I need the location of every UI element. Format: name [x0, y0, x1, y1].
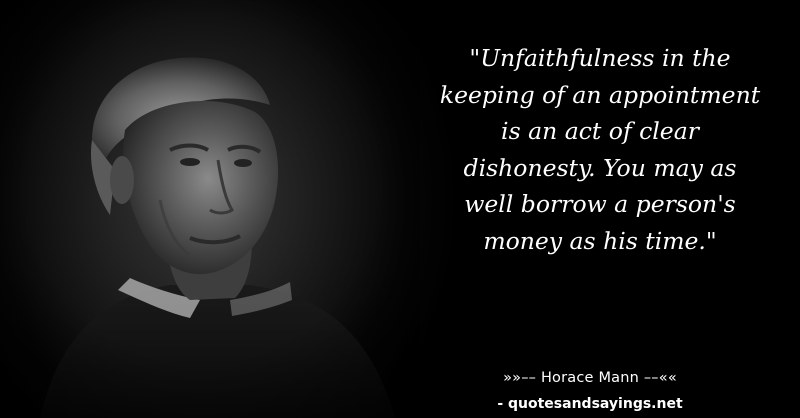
quote-line-5: well borrow a person's: [464, 190, 736, 218]
author-attribution: »»–– Horace Mann ––««: [503, 370, 677, 386]
quote-line-4: dishonesty. You may as: [463, 153, 737, 182]
quote-text: "Unfaithfulness in the keeping of an app…: [412, 40, 788, 259]
portrait-image: [0, 0, 420, 418]
quote-line-1: "Unfaithfulness in the: [469, 44, 731, 72]
quote-line-2: keeping of an appointment: [439, 80, 761, 109]
quote-card: "Unfaithfulness in the keeping of an app…: [0, 0, 800, 418]
source-site: - quotesandsayings.net: [497, 396, 683, 412]
quote-block: "Unfaithfulness in the keeping of an app…: [412, 40, 788, 259]
quote-line-6: money as his time.": [483, 226, 717, 255]
quote-line-3: is an act of clear: [501, 117, 699, 145]
